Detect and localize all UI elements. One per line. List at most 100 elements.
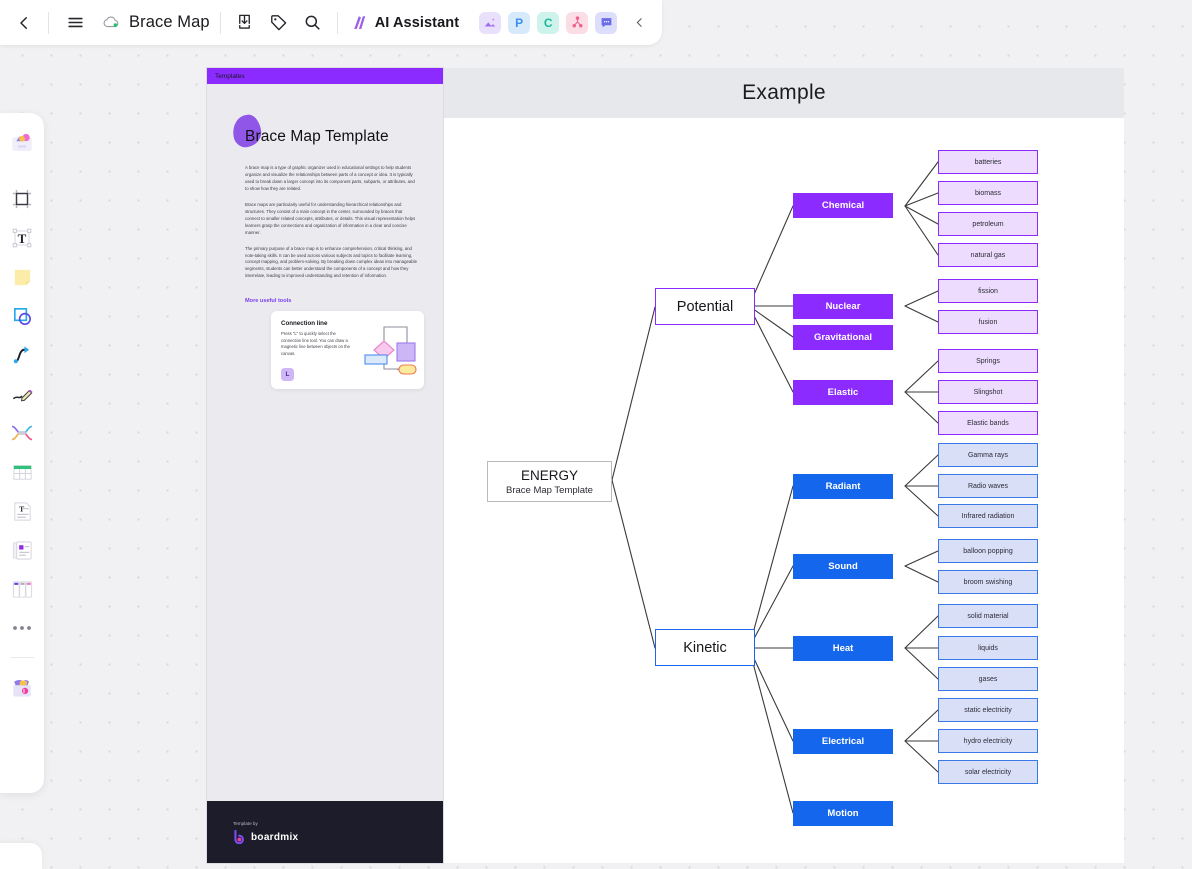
branch-node-chemical[interactable]: Chemical	[793, 193, 893, 218]
sidebar-item-connector[interactable]	[5, 338, 39, 372]
tool-card-diagram	[364, 326, 417, 375]
flowchart-app-button[interactable]	[566, 11, 589, 34]
example-board-header: Example	[444, 68, 1124, 118]
svg-text:T: T	[18, 231, 27, 246]
tag-icon	[271, 15, 287, 31]
main-menu-button[interactable]	[58, 7, 92, 39]
template-paragraph-3: The primary purpose of a brace map is to…	[245, 245, 417, 279]
template-by-label: Template by	[233, 821, 258, 826]
search-button[interactable]	[296, 7, 330, 39]
sidebar-item-pen[interactable]	[5, 377, 39, 411]
leaf-node-biomass[interactable]: biomass	[938, 181, 1038, 205]
card-icon	[12, 540, 32, 560]
leaf-node-solid-material[interactable]: solid material	[938, 604, 1038, 628]
example-board-title: Example	[742, 81, 826, 104]
tool-card-shortcut-key: L	[281, 368, 294, 382]
sidebar-item-more[interactable]	[5, 611, 39, 645]
sidebar-item-mindmap[interactable]	[5, 416, 39, 450]
template-card-footer: Template by boardmix	[207, 801, 443, 863]
document-icon: T	[13, 501, 31, 521]
leaf-node-fission[interactable]: fission	[938, 279, 1038, 303]
category-node-potential[interactable]: Potential	[655, 288, 755, 325]
chevron-left-icon	[636, 18, 642, 27]
leaf-node-balloon-popping[interactable]: balloon popping	[938, 539, 1038, 563]
document-title-button[interactable]: Brace Map	[92, 7, 220, 39]
sidebar-item-document[interactable]: T	[5, 494, 39, 528]
leaf-node-petroleum[interactable]: petroleum	[938, 212, 1038, 236]
text-icon: T	[12, 228, 32, 248]
collapse-apps-button[interactable]	[626, 7, 652, 39]
branch-node-motion[interactable]: Motion	[793, 801, 893, 826]
leaf-node-elastic-bands[interactable]: Elastic bands	[938, 411, 1038, 435]
ai-image-app-button[interactable]	[479, 11, 502, 34]
sidebar-item-sticky-note[interactable]	[5, 260, 39, 294]
ai-assistant-button[interactable]: AI Assistant	[345, 7, 468, 39]
leaf-node-liquids[interactable]: liquids	[938, 636, 1038, 660]
leaf-node-gamma-rays[interactable]: Gamma rays	[938, 443, 1038, 467]
mindmap-app-button[interactable]: C	[537, 11, 560, 34]
sidebar-item-frame[interactable]	[5, 182, 39, 216]
branch-node-heat[interactable]: Heat	[793, 636, 893, 661]
leaf-node-fusion[interactable]: fusion	[938, 310, 1038, 334]
connection-line-tool-card[interactable]: Connection line Press "L" to quickly sel…	[271, 311, 424, 390]
leaf-node-batteries[interactable]: batteries	[938, 150, 1038, 174]
leaf-node-broom-swishing[interactable]: broom swishing	[938, 570, 1038, 594]
templates-icon	[12, 133, 32, 151]
template-card-title: Brace Map Template	[245, 128, 389, 145]
branch-node-nuclear[interactable]: Nuclear	[793, 294, 893, 319]
frame-icon	[12, 189, 32, 209]
left-tool-rail: T T	[0, 113, 44, 793]
tag-button[interactable]	[262, 7, 296, 39]
branch-node-electrical[interactable]: Electrical	[793, 729, 893, 754]
node-tree-icon	[572, 16, 583, 28]
leaf-node-static-electricity[interactable]: static electricity	[938, 698, 1038, 722]
leaf-node-hydro-electricity[interactable]: hydro electricity	[938, 729, 1038, 753]
boardmix-logo-icon	[234, 830, 244, 844]
brand-row: boardmix	[233, 830, 443, 844]
search-icon	[305, 15, 320, 30]
sidebar-item-table[interactable]	[5, 455, 39, 489]
leaf-node-gases[interactable]: gases	[938, 667, 1038, 691]
branch-node-sound[interactable]: Sound	[793, 554, 893, 579]
back-button[interactable]	[7, 7, 41, 39]
more-dots-icon	[13, 626, 31, 630]
sidebar-item-shape[interactable]	[5, 299, 39, 333]
sidebar-item-templates[interactable]	[5, 125, 39, 159]
document-title: Brace Map	[129, 13, 210, 31]
toolbar-divider-3	[336, 11, 338, 34]
brand-name: boardmix	[251, 831, 299, 843]
export-download-icon	[239, 14, 251, 29]
image-sparkle-icon	[484, 17, 496, 26]
leaf-node-slingshot[interactable]: Slingshot	[938, 380, 1038, 404]
export-button[interactable]	[228, 7, 262, 39]
ai-sparkle-icon	[353, 15, 365, 29]
sidebar-item-text[interactable]: T	[5, 221, 39, 255]
template-paragraph-1: A brace map is a type of graphic organiz…	[245, 165, 415, 191]
branch-node-gravitational[interactable]: Gravitational	[793, 325, 893, 350]
leaf-node-radio-waves[interactable]: Radio waves	[938, 474, 1038, 498]
root-node-energy[interactable]: ENERGY Brace Map Template	[487, 461, 612, 502]
presentation-app-button[interactable]: P	[508, 11, 531, 34]
template-card-body: Brace Map Template A brace map is a type…	[207, 84, 443, 390]
top-toolbar: Brace Map AI Assistant P C	[0, 0, 662, 45]
connector-line-icon	[13, 345, 29, 363]
root-node-title: ENERGY	[520, 467, 578, 483]
sidebar-item-kanban[interactable]	[5, 572, 39, 606]
presentation-p-icon: P	[515, 15, 524, 30]
comment-app-button[interactable]	[595, 11, 618, 34]
leaf-node-solar-electricity[interactable]: solar electricity	[938, 760, 1038, 784]
hamburger-menu-icon	[67, 17, 83, 28]
branch-node-elastic[interactable]: Elastic	[793, 380, 893, 405]
sidebar-item-card[interactable]	[5, 533, 39, 567]
cloud-saved-icon	[103, 16, 119, 28]
tool-card-description: Press "L" to quickly select the connecti…	[281, 331, 350, 356]
tool-card-title: Connection line	[281, 320, 328, 328]
leaf-node-infrared-radiation[interactable]: Infrared radiation	[938, 504, 1038, 528]
kanban-icon	[12, 580, 32, 598]
leaf-node-natural-gas[interactable]: natural gas	[938, 243, 1038, 267]
leaf-node-springs[interactable]: Springs	[938, 349, 1038, 373]
sticky-note-icon	[14, 269, 30, 285]
sidebar-item-resources[interactable]	[5, 670, 39, 704]
branch-node-radiant[interactable]: Radiant	[793, 474, 893, 499]
category-node-kinetic[interactable]: Kinetic	[655, 629, 755, 666]
